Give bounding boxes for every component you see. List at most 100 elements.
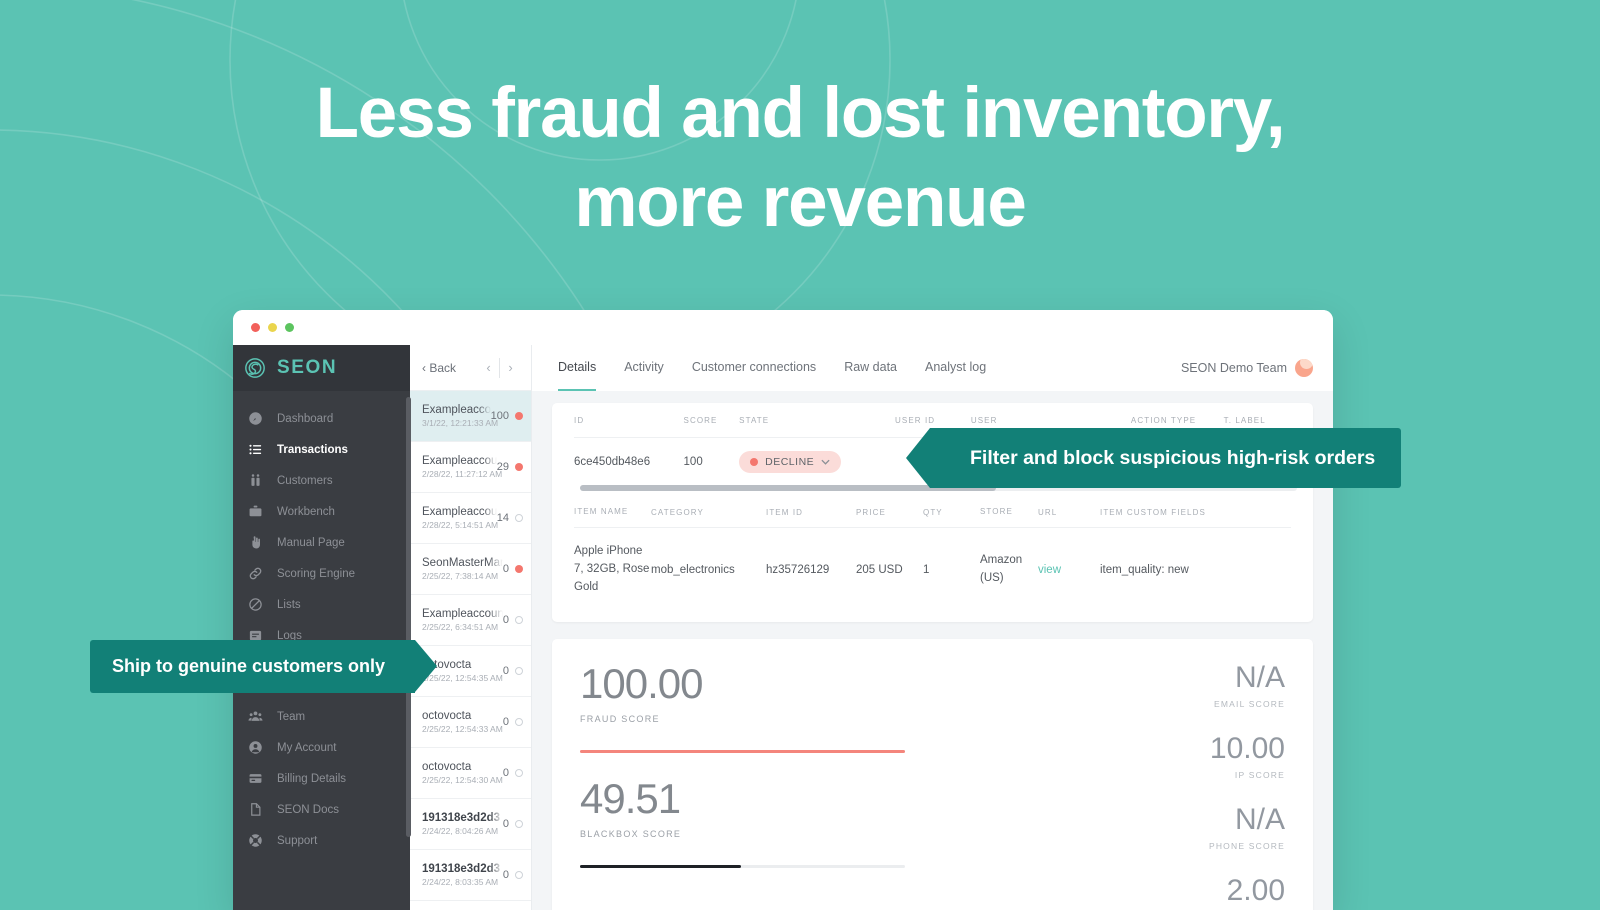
sidebar-label: My Account [277, 741, 337, 754]
link-icon [233, 566, 277, 581]
table-row[interactable]: octovocta 2/25/22, 12:54:33 AM 0 [410, 697, 531, 748]
ip-score-label: IP SCORE [1234, 770, 1285, 780]
sidebar-label: Manual Page [277, 536, 345, 549]
table-row[interactable]: octovocta 2/25/22, 12:54:30 AM 0 [410, 748, 531, 799]
view-link[interactable]: view [1038, 564, 1061, 576]
col-price: PRICE [856, 507, 886, 517]
risk-dot [515, 565, 523, 573]
items-table-header: ITEM NAME CATEGORY ITEM ID PRICE QTY STO… [574, 497, 1291, 527]
sidebar-item-manual-page[interactable]: Manual Page [233, 527, 410, 558]
sidebar-item-dashboard[interactable]: Dashboard [233, 403, 410, 434]
cell-state: DECLINE [739, 450, 895, 473]
tab-details[interactable]: Details [558, 345, 597, 391]
transaction-name: octovocta [422, 710, 472, 722]
transaction-name: 191318e3d2d3 [422, 812, 501, 824]
tab-analyst-log[interactable]: Analyst log [925, 345, 986, 391]
fraud-score-bar [580, 750, 905, 753]
table-row[interactable]: Exampleaccount 2/28/22, 11:27:12 AM 29 [410, 442, 531, 493]
lifebuoy-icon [233, 833, 277, 848]
email-score-value: N/A [1234, 661, 1285, 694]
sidebar-label: SEON Docs [277, 803, 339, 816]
brand[interactable]: SEON [233, 345, 410, 391]
back-button[interactable]: ‹ Back [422, 361, 456, 375]
doc-icon [233, 802, 277, 817]
sidebar-label: Transactions [277, 443, 348, 456]
table-row[interactable]: 191318e3d2d3 2/24/22, 8:04:26 AM 0 [410, 799, 531, 850]
table-row[interactable]: Exampleaccount 3/1/22, 12:21:33 AM 100 [410, 391, 531, 442]
next-page-button[interactable]: › [500, 360, 521, 375]
transaction-date: 2/25/22, 12:54:30 AM [422, 775, 503, 785]
transaction-score: 100 [490, 410, 509, 422]
col-url: URL [1038, 507, 1058, 517]
items-table-row: Apple iPhone 7, 32GB, Rose Gold mob_elec… [574, 527, 1291, 612]
tab-customer-connections[interactable]: Customer connections [692, 345, 816, 391]
blackbox-score-value: 49.51 [580, 775, 681, 822]
cell-category: mob_electronics [651, 564, 735, 576]
table-row[interactable]: SeonMasterMarty 2/25/22, 7:38:14 AM 0 [410, 544, 531, 595]
sidebar-item-workbench[interactable]: Workbench [233, 496, 410, 527]
cell-item-custom-fields: item_quality: new [1100, 564, 1189, 576]
col-state: STATE [739, 415, 770, 425]
pagination: ‹ › [478, 357, 521, 378]
risk-dot [515, 667, 523, 675]
team-menu[interactable]: SEON Demo Team [1181, 359, 1313, 377]
sidebar-label: Billing Details [277, 772, 347, 785]
transaction-score: 0 [502, 869, 509, 881]
sidebar-item-scoring-engine[interactable]: Scoring Engine [233, 558, 410, 589]
tab-raw-data[interactable]: Raw data [844, 345, 897, 391]
seon-logo-icon [233, 357, 277, 379]
risk-dot [515, 718, 523, 726]
browser-window: SEON Dashboard Transactions Customers Wo… [233, 310, 1333, 910]
fraud-score-label: FRAUD SCORE [580, 714, 660, 724]
sidebar-item-transactions[interactable]: Transactions [233, 434, 410, 465]
transaction-date: 2/25/22, 6:34:51 AM [422, 622, 499, 632]
col-user-id: USER ID [895, 415, 936, 425]
col-action-type: ACTION TYPE [1130, 415, 1197, 425]
sidebar-item-seon-docs[interactable]: SEON Docs [233, 794, 410, 825]
risk-dot [515, 769, 523, 777]
window-close-button[interactable] [251, 323, 260, 332]
gauge-icon [233, 411, 277, 426]
window-titlebar [233, 310, 1333, 345]
cell-price: 205 USD [856, 564, 903, 576]
fraud-score-bar-fill [580, 750, 905, 753]
transaction-score: 0 [502, 563, 509, 575]
sidebar-item-customers[interactable]: Customers [233, 465, 410, 496]
brand-name: SEON [277, 357, 338, 378]
risk-dot [515, 412, 523, 420]
phone-score-label: PHONE SCORE [1208, 841, 1285, 851]
tab-activity[interactable]: Activity [624, 345, 664, 391]
sidebar-item-billing-details[interactable]: Billing Details [233, 763, 410, 794]
cell-qty: 1 [923, 564, 930, 576]
chevron-down-icon [821, 456, 830, 468]
sidebar-item-lists[interactable]: Lists [233, 589, 410, 620]
table-row[interactable]: Exampleaccount 2/25/22, 6:34:51 AM 0 [410, 595, 531, 646]
sidebar-item-my-account[interactable]: My Account [233, 732, 410, 763]
blackbox-score-bar [580, 865, 905, 868]
table-row[interactable]: 191318e3d2d3 2/24/22, 8:03:35 AM 0 [410, 850, 531, 901]
cell-url: view [1038, 564, 1100, 576]
callout-text: Ship to genuine customers only [112, 656, 386, 676]
sidebar-scrollbar[interactable] [406, 397, 411, 837]
callout-ship-genuine: Ship to genuine customers only [90, 640, 438, 693]
sidebar-item-support[interactable]: Support [233, 825, 410, 856]
transaction-list-header: ‹ Back ‹ › [410, 345, 531, 391]
team-name: SEON Demo Team [1180, 361, 1287, 375]
callout-arrow-right [415, 640, 438, 692]
sidebar-item-team[interactable]: Team [233, 701, 410, 732]
sidebar-label: Lists [277, 598, 301, 611]
account-icon [233, 740, 277, 755]
state-dropdown[interactable]: DECLINE [739, 450, 842, 473]
window-maximize-button[interactable] [285, 323, 294, 332]
prev-page-button[interactable]: ‹ [478, 360, 499, 375]
table-row[interactable]: Exampleaccount 2/28/22, 5:14:51 AM 14 [410, 493, 531, 544]
ip-score-block: 10.00 IP SCORE [1085, 734, 1285, 781]
transaction-date: 2/24/22, 8:03:35 AM [422, 877, 499, 887]
col-qty: QTY [923, 507, 943, 517]
tab-bar: Details Activity Customer connections Ra… [558, 345, 986, 391]
window-minimize-button[interactable] [268, 323, 277, 332]
sidebar-label: Scoring Engine [277, 567, 355, 580]
callout-filter-block: Filter and block suspicious high-risk or… [906, 428, 1402, 488]
transaction-name: SeonMasterMarty [422, 557, 503, 569]
transaction-name: Exampleaccount [422, 404, 491, 416]
